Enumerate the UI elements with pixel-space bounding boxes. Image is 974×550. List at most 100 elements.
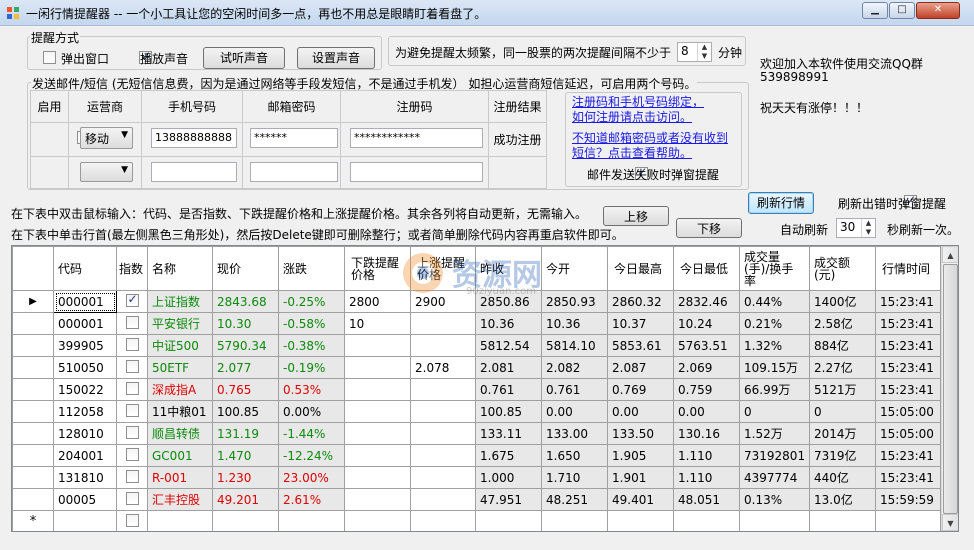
cell-code[interactable]: 204001 (53, 444, 117, 467)
cell-down[interactable]: 10 (344, 312, 411, 335)
col-header-change[interactable]: 涨跌 (278, 246, 345, 291)
table-row[interactable]: 131810 R-001 1.230 23.00% 1.000 1.710 1.901 1.1… (12, 466, 941, 489)
scroll-thumb[interactable] (943, 264, 958, 514)
new-row-cell[interactable] (739, 510, 810, 531)
stock-grid[interactable]: 代码 指数 名称 现价 涨跌 下跌提醒价格 上涨提醒价格 昨收 今开 今日最高 … (11, 245, 959, 532)
cell-down[interactable] (344, 356, 411, 379)
cell-index[interactable] (116, 444, 148, 467)
new-row-cell[interactable] (53, 510, 117, 531)
popup-checkbox[interactable] (43, 51, 56, 64)
cell-up[interactable] (410, 334, 476, 357)
close-button[interactable]: ✕ (916, 2, 960, 19)
cell-code[interactable]: 510050 (53, 356, 117, 379)
help-link[interactable]: 不知道邮箱密码或者没有收到短信？点击查看帮助。 (572, 131, 732, 161)
cell-up[interactable] (410, 400, 476, 423)
cell-down[interactable]: 2800 (344, 290, 411, 313)
cell-code[interactable]: 128010 (53, 422, 117, 445)
cell-up[interactable]: 2900 (410, 290, 476, 313)
table-row[interactable]: 204001 GC001 1.470 -12.24% 1.675 1.650 1.905 1.… (12, 444, 941, 467)
cell-index[interactable] (116, 488, 148, 511)
row-header[interactable]: ▶ (12, 290, 54, 313)
cell-index[interactable] (116, 290, 148, 313)
cell-up[interactable] (410, 378, 476, 401)
row-header[interactable] (12, 488, 54, 511)
refresh-button[interactable]: 刷新行情 (748, 192, 814, 214)
new-row-cell[interactable] (147, 510, 213, 531)
new-row-cell[interactable] (475, 510, 542, 531)
col-header-amount[interactable]: 成交额(元) (809, 246, 876, 291)
carrier-select-2[interactable]: ▼ (80, 162, 133, 182)
col-header-index[interactable]: 指数 (116, 246, 148, 291)
interval-spinner[interactable]: 8 ▲ ▼ (677, 42, 712, 62)
cell-code[interactable]: 399905 (53, 334, 117, 357)
phone-input-2[interactable] (151, 162, 237, 182)
email-password-input-1[interactable]: ****** (250, 128, 338, 148)
cell-up[interactable] (410, 312, 476, 335)
cell-down[interactable] (344, 378, 411, 401)
cell-down[interactable] (344, 444, 411, 467)
register-link[interactable]: 注册码和手机号码绑定，如何注册请点击访问。 (572, 95, 712, 125)
index-checkbox[interactable] (125, 315, 139, 329)
cell-index[interactable] (116, 356, 148, 379)
new-row-cell[interactable] (212, 510, 279, 531)
cell-code[interactable]: 000001 (53, 312, 117, 335)
cell-index[interactable] (116, 378, 148, 401)
index-checkbox[interactable] (125, 491, 139, 505)
cell-up[interactable] (410, 422, 476, 445)
cell-code[interactable]: 131810 (53, 466, 117, 489)
col-header-open[interactable]: 今开 (541, 246, 608, 291)
cell-code[interactable]: 150022 (53, 378, 117, 401)
cell-up[interactable] (410, 466, 476, 489)
scroll-up-icon[interactable]: ▲ (942, 246, 958, 263)
index-checkbox[interactable] (125, 425, 139, 439)
new-row-cell[interactable] (344, 510, 411, 531)
cell-down[interactable] (344, 400, 411, 423)
index-checkbox[interactable] (125, 359, 139, 373)
new-row-cell[interactable] (875, 510, 941, 531)
col-header-down-alert[interactable]: 下跌提醒价格 (344, 246, 411, 291)
cell-up[interactable] (410, 444, 476, 467)
cell-code[interactable]: 000001 (53, 290, 117, 313)
new-row-cell[interactable] (809, 510, 876, 531)
index-checkbox[interactable] (125, 403, 139, 417)
col-header-up-alert[interactable]: 上涨提醒价格 (410, 246, 476, 291)
row-header[interactable] (12, 466, 54, 489)
cell-code[interactable]: 112058 (53, 400, 117, 423)
cell-code[interactable]: 00005 (53, 488, 117, 511)
move-down-button[interactable]: 下移 (676, 218, 742, 238)
cell-index[interactable] (116, 312, 148, 335)
cell-up[interactable] (410, 488, 476, 511)
new-row-cell[interactable] (410, 510, 476, 531)
cell-up[interactable]: 2.078 (410, 356, 476, 379)
col-header-prev-close[interactable]: 昨收 (475, 246, 542, 291)
move-up-button[interactable]: 上移 (603, 206, 669, 226)
row-header[interactable] (12, 444, 54, 467)
index-checkbox[interactable] (125, 513, 139, 527)
row-header[interactable] (12, 356, 54, 379)
col-header-code[interactable]: 代码 (53, 246, 117, 291)
spinner-updown-icon[interactable]: ▲ ▼ (861, 219, 875, 237)
new-row-cell[interactable] (607, 510, 674, 531)
col-header-name[interactable]: 名称 (147, 246, 213, 291)
cell-down[interactable] (344, 334, 411, 357)
new-row-cell[interactable] (116, 510, 148, 531)
table-row[interactable]: 00005 汇丰控股 49.201 2.61% 47.951 48.251 49.401 48… (12, 488, 941, 511)
phone-input-1[interactable]: 13888888888 (151, 128, 237, 148)
cell-down[interactable] (344, 466, 411, 489)
row-header[interactable] (12, 400, 54, 423)
scroll-down-icon[interactable]: ▼ (942, 514, 958, 531)
cell-index[interactable] (116, 422, 148, 445)
row-header[interactable] (12, 334, 54, 357)
new-row-cell[interactable] (673, 510, 740, 531)
new-row-cell[interactable] (541, 510, 608, 531)
table-row[interactable]: ▶000001上证指数2843.68-0.25%280029002850.862… (12, 290, 941, 313)
carrier-select-1[interactable]: 移动 ▼ (80, 127, 133, 149)
new-table-row[interactable]: * (12, 510, 941, 531)
test-sound-button[interactable]: 试听声音 (203, 47, 285, 69)
index-checkbox[interactable] (125, 447, 139, 461)
col-header-high[interactable]: 今日最高 (607, 246, 674, 291)
grid-scrollbar[interactable]: ▲ ▼ (941, 246, 958, 531)
new-row-cell[interactable] (278, 510, 345, 531)
maximize-button[interactable]: □ (889, 2, 915, 19)
row-header[interactable] (12, 378, 54, 401)
